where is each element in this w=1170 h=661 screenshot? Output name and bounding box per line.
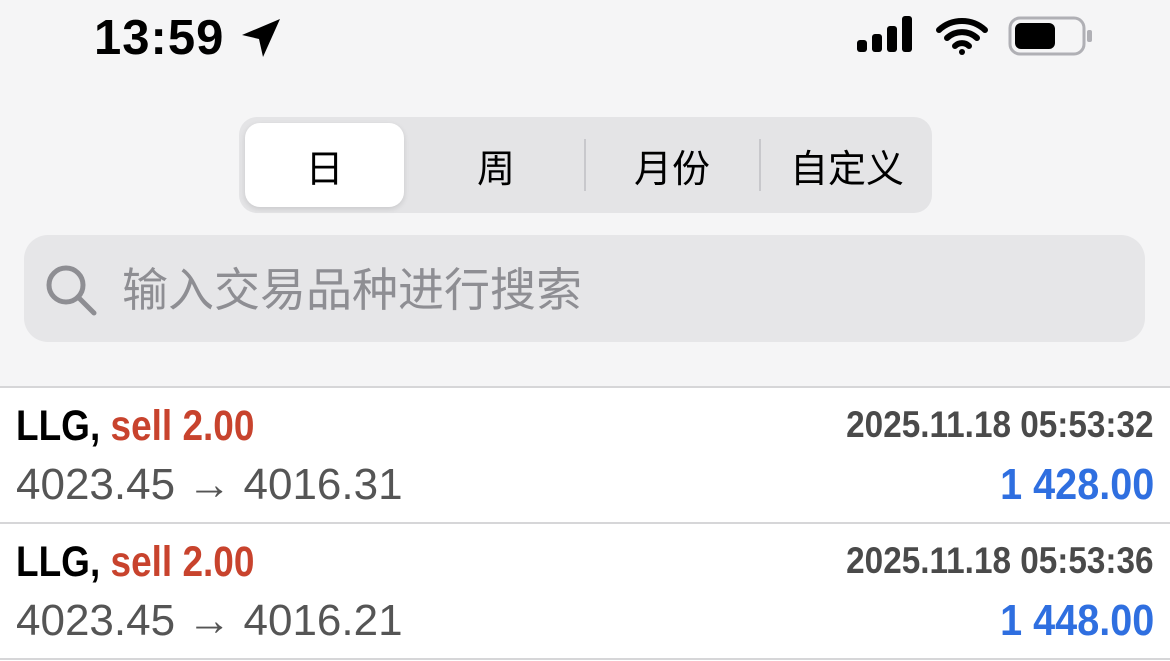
deal-row[interactable]: LLG, sell 2.00 2025.11.18 05:53:32 4023.… — [0, 388, 1170, 524]
wifi-icon — [936, 18, 988, 55]
status-time: 13:59 — [94, 11, 225, 65]
deal-profit: 1 448.00 — [999, 596, 1154, 645]
deal-side: sell 2.00 — [110, 538, 255, 586]
deal-symbol-text: LLG, — [16, 538, 101, 586]
deal-datetime: 2025.11.18 05:53:36 — [846, 540, 1154, 581]
tab-month[interactable]: 月份 — [587, 117, 757, 213]
segment-divider — [584, 139, 586, 191]
deal-prices: 4023.45 → 4016.31 — [16, 460, 403, 509]
deal-datetime: 2025.11.18 05:53:32 — [846, 404, 1154, 445]
tab-custom[interactable]: 自定义 — [762, 117, 932, 213]
deal-row[interactable]: LLG, sell 2.00 2025.11.18 05:53:36 4023.… — [0, 524, 1170, 660]
battery-icon — [1008, 16, 1092, 56]
search-input[interactable] — [120, 257, 1024, 323]
deal-prices: 4023.45 → 4016.21 — [16, 596, 403, 645]
tab-day[interactable]: 日 — [245, 123, 404, 207]
status-bar: 13:59 — [0, 0, 1170, 80]
deal-symbol-text: LLG, — [16, 402, 101, 450]
deal-symbol: LLG, sell 2.00 — [16, 538, 254, 587]
deal-side: sell 2.00 — [110, 402, 255, 450]
deal-symbol: LLG, sell 2.00 — [16, 402, 254, 451]
search-icon — [46, 265, 97, 316]
cellular-signal-icon — [857, 16, 912, 52]
period-segmented-control: 日 周 月份 自定义 — [239, 117, 932, 213]
deal-profit: 1 428.00 — [999, 460, 1154, 509]
tab-week[interactable]: 周 — [411, 117, 581, 213]
segment-divider — [759, 139, 761, 191]
deals-list: LLG, sell 2.00 2025.11.18 05:53:32 4023.… — [0, 386, 1170, 661]
location-arrow-icon — [242, 19, 280, 57]
search-bar[interactable] — [24, 235, 1145, 342]
